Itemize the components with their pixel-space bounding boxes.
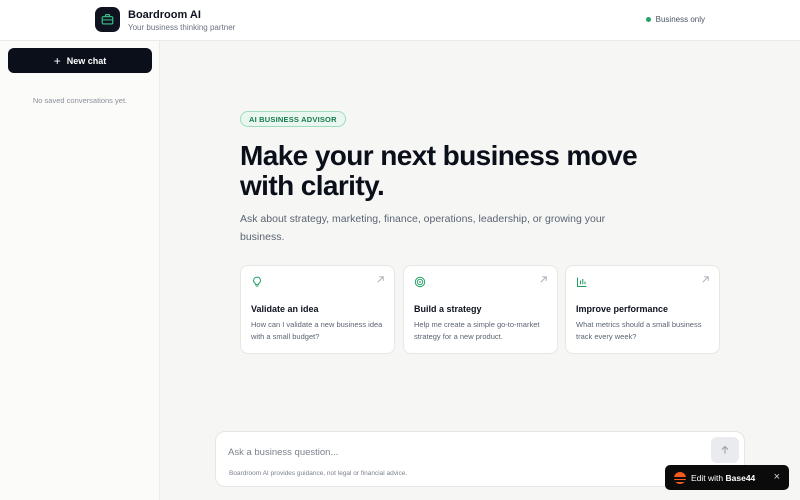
status-dot-icon [645,17,651,22]
question-input[interactable] [228,443,698,461]
page-headline: Make your next business move with clarit… [240,140,638,201]
edit-brand: Base44 [725,473,756,483]
card-description: How can I validate a new business idea w… [251,320,383,341]
suggestion-card-improve-performance[interactable]: Improve performance What metrics should … [565,265,720,354]
arrow-up-right-icon [377,276,384,283]
bar-chart-icon [577,277,587,287]
new-chat-label: New chat [66,55,107,66]
suggestion-card-build-strategy[interactable]: Build a strategy Help me create a simple… [403,265,558,354]
card-description: What metrics should a small business tra… [576,320,702,341]
disclaimer-text: Boardroom AI provides guidance, not lega… [229,470,408,477]
close-icon[interactable]: × [774,471,780,483]
status-indicator: Business only [645,15,705,24]
app-title: Boardroom AI [128,9,201,21]
briefcase-icon [101,14,114,25]
base44-logo-icon [674,472,686,484]
new-chat-button[interactable]: + New chat [8,48,152,73]
status-text: Business only [655,15,705,24]
send-button[interactable] [711,437,739,463]
card-title: Improve performance [576,304,669,314]
advisor-badge: AI BUSINESS ADVISOR [240,111,346,127]
app-logo [95,7,120,32]
suggestion-card-validate-idea[interactable]: Validate an idea How can I validate a ne… [240,265,395,354]
top-header: Boardroom AI Your business thinking part… [0,0,800,41]
page-subtitle: Ask about strategy, marketing, finance, … [240,213,606,243]
empty-conversations-note: No saved conversations yet. [32,96,128,105]
arrow-up-icon [721,445,729,454]
arrow-up-right-icon [702,276,709,283]
edit-label: Edit with Base44 [691,473,755,483]
card-title: Build a strategy [414,304,482,314]
lightbulb-icon [253,276,261,287]
arrow-up-right-icon [540,276,547,283]
card-description: Help me create a simple go-to-market str… [414,320,540,341]
card-title: Validate an idea [251,304,319,314]
sidebar: + New chat No saved conversations yet. [0,41,160,500]
edit-with-base44-button[interactable]: Edit with Base44 × [665,465,789,490]
app-subtitle: Your business thinking partner [128,23,236,32]
edit-prefix: Edit with [691,473,724,483]
target-icon [414,276,426,288]
plus-icon: + [53,53,61,68]
